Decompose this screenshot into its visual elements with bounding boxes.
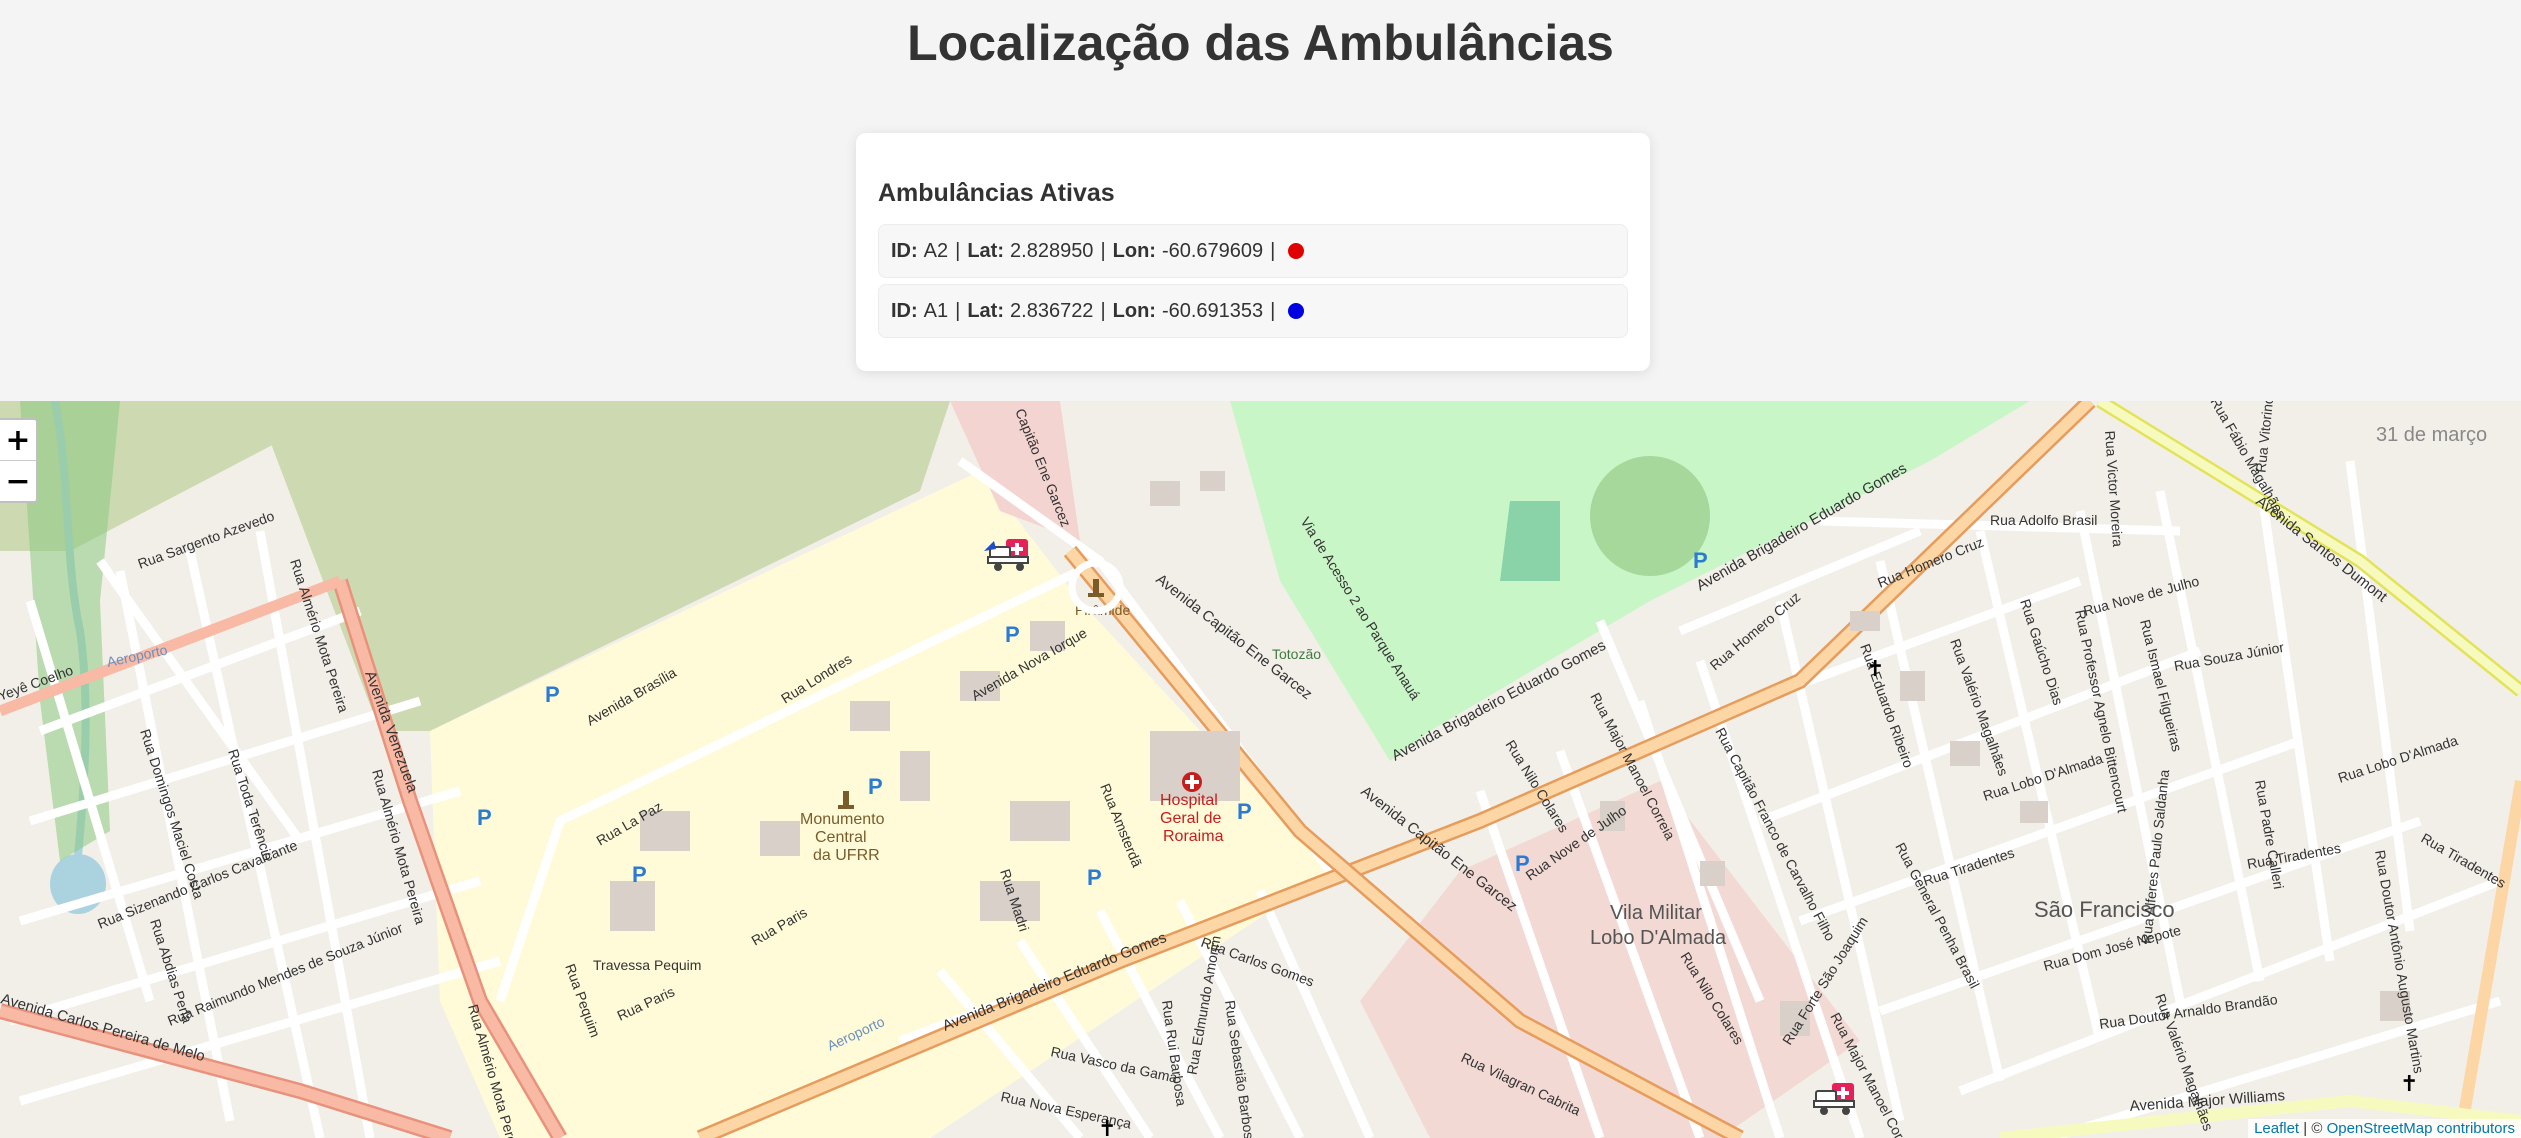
street-label: Rua Fábio Magalhães: [2207, 401, 2289, 521]
area-label-totozao: Totozão: [1272, 646, 1321, 662]
road-carlos: [0, 1005, 452, 1138]
area-label-monumento: da UFRR: [813, 847, 880, 864]
svg-text:✝: ✝: [1098, 1116, 1116, 1138]
ambulance-panel: Ambulâncias Ativas ID: A2 | Lat: 2.82895…: [856, 133, 1650, 371]
street-label: Rua Sargento Azevedo: [136, 507, 277, 571]
svg-text:P: P: [1237, 799, 1252, 824]
lat-label: Lat:: [967, 239, 1005, 262]
road-right: [2454, 779, 2521, 1138]
ambulance-lon: -60.679609: [1161, 239, 1264, 262]
separator: |: [1100, 239, 1106, 262]
street-label: Rua Gaúcho Dias: [2017, 597, 2066, 707]
area-label-monumento: Monumento: [800, 811, 885, 828]
map[interactable]: São Francisco Vila Militar Lobo D'Almada…: [0, 401, 2521, 1138]
ambulance-id: A2: [923, 239, 949, 262]
lat-label: Lat:: [967, 299, 1005, 322]
panel-title: Ambulâncias Ativas: [878, 179, 1115, 207]
ambulance-lon: -60.691353: [1161, 299, 1264, 322]
svg-text:P: P: [1005, 622, 1020, 647]
street-label: Rua Ismael Filgueiras: [2137, 618, 2185, 753]
page-title: Localização das Ambulâncias: [907, 15, 1614, 71]
ambulance-color-dot: [1288, 303, 1305, 319]
street-label: Rua Tiradentes: [2419, 830, 2509, 891]
zoom-out-button[interactable]: −: [0, 460, 36, 501]
ambulance-color-dot: [1288, 243, 1305, 259]
separator: |: [955, 299, 961, 322]
separator: |: [1270, 299, 1276, 322]
separator: |: [955, 239, 961, 262]
hospital-icon: [1182, 772, 1202, 792]
zoom-in-button[interactable]: +: [0, 420, 36, 460]
ambulance-marker[interactable]: [984, 535, 1040, 575]
svg-text:✝: ✝: [1866, 656, 1884, 681]
svg-text:P: P: [632, 862, 647, 887]
svg-text:P: P: [1087, 865, 1102, 890]
area-label-hospital: Geral de: [1160, 810, 1221, 827]
ambulance-lat: 2.836722: [1010, 299, 1094, 322]
osm-link[interactable]: OpenStreetMap contributors: [2327, 1120, 2515, 1137]
ambulance-icon: [1813, 1083, 1855, 1115]
svg-text:P: P: [868, 774, 883, 799]
svg-text:P: P: [477, 805, 492, 830]
ambulance-id: A1: [923, 299, 949, 322]
svg-text:P: P: [1693, 548, 1708, 573]
id-label: ID:: [891, 239, 918, 262]
area-label-vila-militar: Vila Militar: [1610, 902, 1702, 924]
svg-text:✝: ✝: [2400, 1071, 2418, 1096]
ambulance-list-item[interactable]: ID: A2 | Lat: 2.828950 | Lon: -60.679609…: [878, 224, 1628, 278]
street-label: Rua Rui Barbosa: [1159, 999, 1190, 1107]
map-attribution: Leaflet | © OpenStreetMap contributors: [2248, 1119, 2521, 1138]
lon-label: Lon:: [1112, 239, 1156, 262]
svg-text:P: P: [1515, 851, 1530, 876]
street-label: Rua Sebastião Barbosa: [1222, 999, 1258, 1138]
street-label: Rua Doutor Arnaldo Brandão: [2098, 991, 2278, 1032]
svg-text:P: P: [545, 682, 560, 707]
ambulance-icon: [984, 539, 1029, 571]
area-label-monumento: Central: [815, 829, 867, 846]
area-label-hospital: Roraima: [1163, 828, 1224, 845]
leaflet-link[interactable]: Leaflet: [2254, 1120, 2299, 1137]
sports-field: [1500, 501, 1560, 581]
separator: |: [1100, 299, 1106, 322]
map-tiles: São Francisco Vila Militar Lobo D'Almada…: [0, 401, 2521, 1138]
area-label-31-marco: 31 de março: [2376, 424, 2487, 446]
id-label: ID:: [891, 299, 918, 322]
street-label: Travessa Pequim: [593, 957, 701, 973]
street-label: Rua Vitorino Pinto: [2252, 401, 2280, 473]
street-label: Rua Adolfo Brasil: [1990, 512, 2097, 528]
lon-label: Lon:: [1112, 299, 1156, 322]
area-label-hospital: Hospital: [1160, 792, 1218, 809]
street-label: Rua Lobo D'Almada: [2336, 732, 2460, 786]
street-label: Rua Tiradentes: [1921, 844, 2016, 889]
attribution-separator: | ©: [2299, 1120, 2327, 1137]
separator: |: [1270, 239, 1276, 262]
ambulance-marker[interactable]: [1810, 1079, 1866, 1119]
zoom-control: + −: [0, 418, 38, 503]
park-wood: [1590, 456, 1710, 576]
ambulance-list-item[interactable]: ID: A1 | Lat: 2.836722 | Lon: -60.691353…: [878, 284, 1628, 338]
area-label-vila-militar: Lobo D'Almada: [1590, 927, 1727, 949]
ambulance-lat: 2.828950: [1010, 239, 1094, 262]
